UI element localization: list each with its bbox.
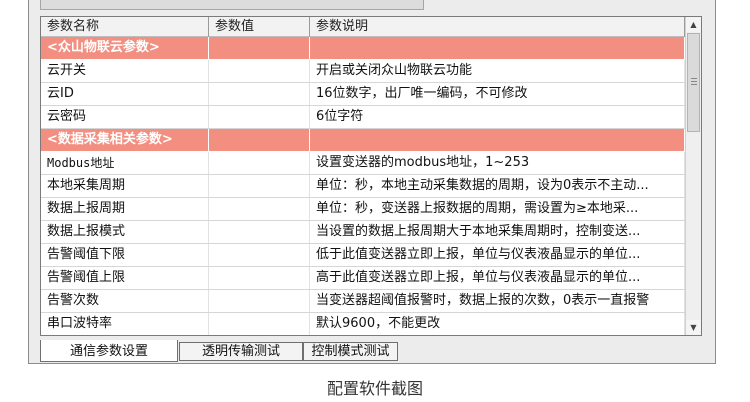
param-value-cell[interactable] xyxy=(209,60,310,82)
param-value-cell[interactable] xyxy=(209,198,310,220)
scroll-up-button[interactable]: ▲ xyxy=(686,17,701,32)
tab-bar: 通信参数设置 透明传输测试 控制模式测试 xyxy=(40,340,702,364)
param-description-cell xyxy=(310,37,685,59)
param-description-cell: 当设置的数据上报周期大于本地采集周期时，控制变送... xyxy=(310,221,685,243)
param-value-cell[interactable] xyxy=(209,290,310,312)
column-header-value[interactable]: 参数值 xyxy=(209,17,310,37)
param-description-cell: 16位数字，出厂唯一编码，不可修改 xyxy=(310,83,685,105)
param-description-cell: 默认9600，不能更改 xyxy=(310,313,685,335)
figure-caption: 配置软件截图 xyxy=(326,379,423,398)
section-header-row[interactable]: <数据采集相关参数> xyxy=(41,129,685,152)
scrollbar-thumb[interactable] xyxy=(687,33,700,132)
param-value-cell[interactable] xyxy=(209,129,310,151)
param-value-cell[interactable] xyxy=(209,244,310,266)
table-row[interactable]: 云密码 6位字符 xyxy=(41,106,685,129)
param-name-cell: 串口波特率 xyxy=(41,313,209,335)
param-value-cell[interactable] xyxy=(209,37,310,59)
param-name-cell: 云ID xyxy=(41,83,209,105)
table-row[interactable]: 云ID 16位数字，出厂唯一编码，不可修改 xyxy=(41,83,685,106)
table-row[interactable]: 告警阈值下限 低于此值变送器立即上报，单位与仪表液晶显示的单位... xyxy=(41,244,685,267)
param-value-cell[interactable] xyxy=(209,106,310,128)
param-description-cell: 6位字符 xyxy=(310,106,685,128)
param-name-cell: 数据上报模式 xyxy=(41,221,209,243)
tab-communication-settings[interactable]: 通信参数设置 xyxy=(40,340,178,362)
param-name-cell: 告警次数 xyxy=(41,290,209,312)
param-description-cell: 单位：秒，本地主动采集数据的周期，设为0表示不主动... xyxy=(310,175,685,197)
grid-rows: <众山物联云参数> 云开关 开启或关闭众山物联云功能云ID 16位数字，出厂唯一编码，… xyxy=(41,37,685,335)
grip-line xyxy=(691,84,697,85)
param-name-cell: <众山物联云参数> xyxy=(41,37,209,59)
parameter-grid: 参数名称 参数值 参数说明 <众山物联云参数> 云开关 开启或关闭众山物联云功能 云I… xyxy=(40,16,702,336)
table-row[interactable]: 数据上报模式 当设置的数据上报周期大于本地采集周期时，控制变送... xyxy=(41,221,685,244)
param-description-cell: 当变送器超阈值报警时，数据上报的次数，0表示一直报警 xyxy=(310,290,685,312)
param-name-cell: 数据上报周期 xyxy=(41,198,209,220)
param-name-cell: <数据采集相关参数> xyxy=(41,129,209,151)
param-value-cell[interactable] xyxy=(209,83,310,105)
table-row[interactable]: 云开关 开启或关闭众山物联云功能 xyxy=(41,60,685,83)
param-name-cell: 告警阈值下限 xyxy=(41,244,209,266)
table-row[interactable]: 告警阈值上限 高于此值变送器立即上报，单位与仪表液晶显示的单位... xyxy=(41,267,685,290)
param-name-cell: 云密码 xyxy=(41,106,209,128)
vertical-scrollbar[interactable]: ▲ ▼ xyxy=(685,17,701,335)
grid-header: 参数名称 参数值 参数说明 xyxy=(41,17,685,37)
param-description-cell: 设置变送器的modbus地址，1~253 xyxy=(310,152,685,174)
table-row[interactable]: 告警次数 当变送器超阈值报警时，数据上报的次数，0表示一直报警 xyxy=(41,290,685,313)
param-value-cell[interactable] xyxy=(209,313,310,335)
param-description-cell: 高于此值变送器立即上报，单位与仪表液晶显示的单位... xyxy=(310,267,685,289)
param-name-cell: 本地采集周期 xyxy=(41,175,209,197)
tab-control-mode-test[interactable]: 控制模式测试 xyxy=(303,342,398,361)
column-header-description[interactable]: 参数说明 xyxy=(310,17,685,37)
param-value-cell[interactable] xyxy=(209,175,310,197)
table-row[interactable]: 数据上报周期 单位：秒，变送器上报数据的周期，需设置为≥本地采... xyxy=(41,198,685,221)
grip-line xyxy=(691,81,697,82)
param-description-cell: 低于此值变送器立即上报，单位与仪表液晶显示的单位... xyxy=(310,244,685,266)
tab-transparent-transmission-test[interactable]: 透明传输测试 xyxy=(179,342,303,361)
param-description-cell: 单位：秒，变送器上报数据的周期，需设置为≥本地采... xyxy=(310,198,685,220)
section-header-row[interactable]: <众山物联云参数> xyxy=(41,37,685,60)
triangle-down-icon: ▼ xyxy=(690,323,697,332)
param-value-cell[interactable] xyxy=(209,267,310,289)
param-value-cell[interactable] xyxy=(209,221,310,243)
table-row[interactable]: 串口波特率 默认9600，不能更改 xyxy=(41,313,685,335)
param-name-cell: 告警阈值上限 xyxy=(41,267,209,289)
top-toolbar-strip xyxy=(40,0,424,10)
param-name-cell: Modbus地址 xyxy=(41,152,209,174)
param-name-cell: 云开关 xyxy=(41,60,209,82)
scroll-down-button[interactable]: ▼ xyxy=(686,320,701,335)
column-header-name[interactable]: 参数名称 xyxy=(41,17,209,37)
grip-line xyxy=(691,78,697,79)
triangle-up-icon: ▲ xyxy=(690,20,697,29)
param-description-cell xyxy=(310,129,685,151)
table-row[interactable]: Modbus地址 设置变送器的modbus地址，1~253 xyxy=(41,152,685,175)
param-description-cell: 开启或关闭众山物联云功能 xyxy=(310,60,685,82)
param-value-cell[interactable] xyxy=(209,152,310,174)
table-row[interactable]: 本地采集周期 单位：秒，本地主动采集数据的周期，设为0表示不主动... xyxy=(41,175,685,198)
